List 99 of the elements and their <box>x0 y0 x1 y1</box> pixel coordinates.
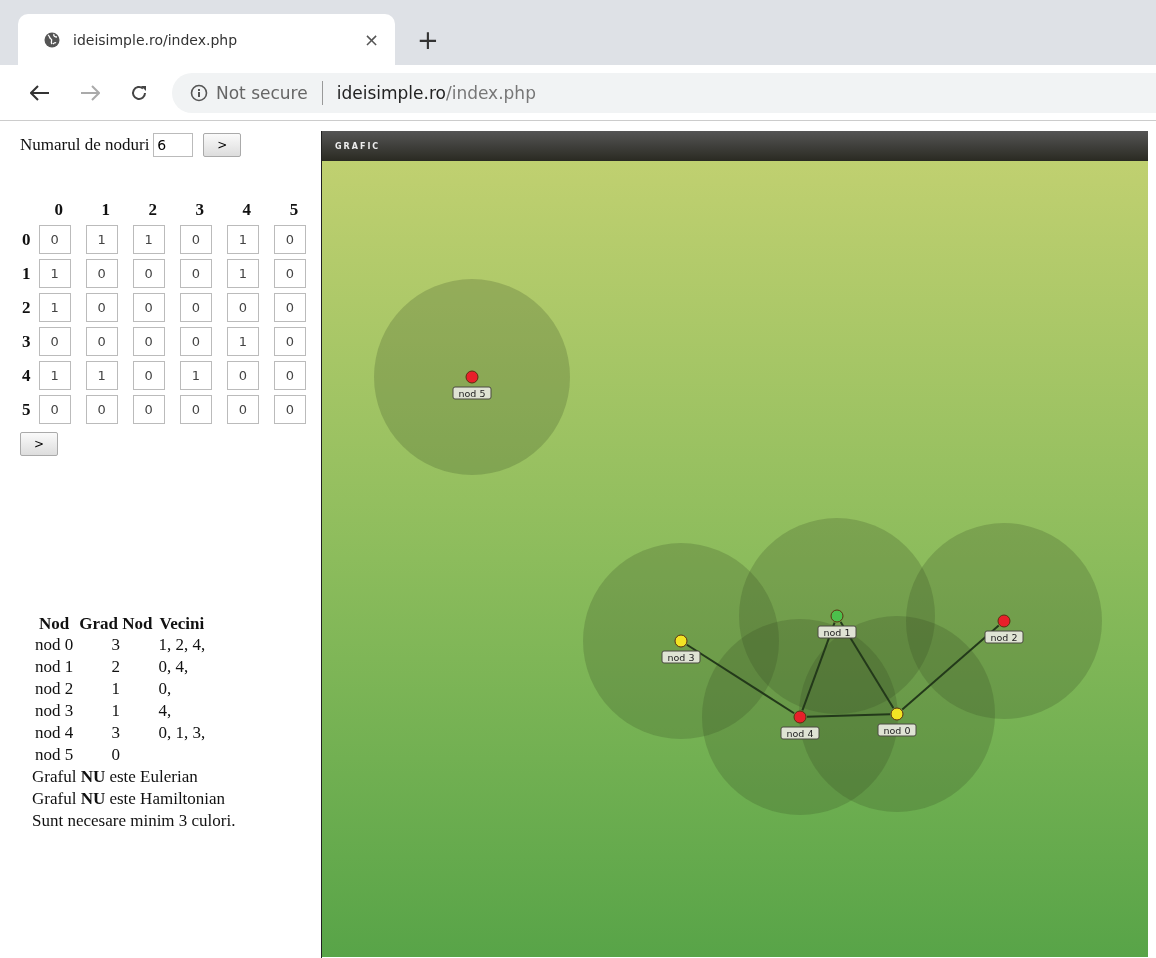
table-cell: nod 5 <box>35 745 74 764</box>
matrix-cell-field[interactable]: 0 <box>85 395 118 424</box>
matrix-cell-field[interactable]: 1 <box>226 327 259 356</box>
matrix-cell-field[interactable]: 1 <box>85 361 118 390</box>
node-marker[interactable] <box>674 634 688 648</box>
node-label: nod 3 <box>661 650 701 664</box>
node-marker[interactable] <box>793 710 807 724</box>
matrix-cell-field[interactable]: 0 <box>273 293 306 322</box>
column-header: 1 <box>101 200 110 219</box>
submit-button[interactable]: > <box>20 432 58 456</box>
matrix-cell-field[interactable]: 0 <box>132 395 165 424</box>
matrix-cell-field[interactable]: 1 <box>85 225 118 254</box>
new-tab-button[interactable]: + <box>417 25 439 55</box>
table-cell: 0, <box>158 679 172 698</box>
matrix-cell-field[interactable]: 0 <box>179 225 212 254</box>
result-text: Graful NU este Eulerian <box>32 766 199 788</box>
result-text: Sunt necesare minim 3 culori. <box>32 810 237 832</box>
reload-icon[interactable] <box>130 83 148 102</box>
back-icon[interactable] <box>30 84 50 101</box>
column-header: 3 <box>195 200 205 219</box>
result-text: Graful NU este Hamiltonian <box>32 788 227 810</box>
row-header: 1 <box>22 263 31 283</box>
matrix-cell-field[interactable]: 0 <box>273 361 306 390</box>
matrix-cell-field[interactable]: 0 <box>38 225 71 254</box>
matrix-cell-field[interactable]: 0 <box>85 259 118 288</box>
node-label: nod 0 <box>877 723 917 737</box>
matrix-cell-field[interactable]: 0 <box>132 361 165 390</box>
node-label: nod 2 <box>984 630 1024 644</box>
table-cell: 0, 4, <box>158 657 189 676</box>
table-cell: 0 <box>111 745 121 764</box>
table-cell: 3 <box>111 635 121 654</box>
node-marker[interactable] <box>465 370 479 384</box>
field-label: Numarul de noduri <box>20 135 150 155</box>
panel-title: GRAFIC <box>335 141 381 151</box>
matrix-cell-field[interactable]: 0 <box>226 361 259 390</box>
matrix-cell-field[interactable]: 0 <box>273 225 306 254</box>
table-cell: 4, <box>158 701 172 720</box>
matrix-cell-field[interactable]: 0 <box>38 327 71 356</box>
column-header: Vecini <box>159 614 205 633</box>
node-marker[interactable] <box>997 614 1011 628</box>
matrix-cell-field[interactable]: 0 <box>226 293 259 322</box>
matrix-cell-field[interactable]: 0 <box>179 259 212 288</box>
table-cell: nod 1 <box>35 657 74 676</box>
info-icon[interactable] <box>190 83 208 102</box>
security-label: Not secure <box>216 82 308 103</box>
table-cell: nod 0 <box>35 635 74 654</box>
table-cell: 1 <box>111 701 121 720</box>
matrix-cell-field[interactable]: 0 <box>179 293 212 322</box>
row-header: 3 <box>22 331 31 351</box>
node-label: nod 5 <box>452 386 492 400</box>
url-text: ideisimple.ro/index.php <box>336 82 536 103</box>
matrix-cell-field[interactable]: 1 <box>132 225 165 254</box>
column-header: 2 <box>148 200 157 219</box>
submit-button[interactable]: > <box>203 133 242 157</box>
node-marker[interactable] <box>890 707 904 721</box>
matrix-cell-field[interactable]: 1 <box>38 361 71 390</box>
matrix-cell-field[interactable]: 0 <box>273 259 306 288</box>
matrix-cell-field[interactable]: 0 <box>38 395 71 424</box>
matrix-cell-field[interactable]: 0 <box>132 259 165 288</box>
row-header: 0 <box>22 229 31 249</box>
column-header: Grad Nod <box>79 614 153 633</box>
table-cell: 1, 2, 4, <box>158 635 206 654</box>
node-count-field[interactable]: 6 <box>153 133 194 157</box>
node-label: nod 4 <box>780 726 820 740</box>
matrix-cell-field[interactable]: 0 <box>273 395 306 424</box>
matrix-cell-field[interactable]: 0 <box>179 395 212 424</box>
matrix-cell-field[interactable]: 1 <box>226 259 259 288</box>
table-cell: nod 2 <box>35 679 74 698</box>
column-header: 0 <box>54 200 63 219</box>
column-header: 5 <box>289 200 299 219</box>
close-tab-button[interactable]: × <box>363 29 379 50</box>
matrix-cell-field[interactable]: 1 <box>38 293 71 322</box>
matrix-cell-field[interactable]: 1 <box>179 361 212 390</box>
table-cell: 2 <box>111 657 121 676</box>
row-header: 5 <box>22 399 31 419</box>
table-cell: 0, 1, 3, <box>158 723 206 742</box>
matrix-cell-field[interactable]: 0 <box>226 395 259 424</box>
column-header: Nod <box>39 614 70 633</box>
table-cell: 1 <box>111 679 121 698</box>
browser-tab[interactable]: ideisimple.ro/index.php × <box>18 14 395 65</box>
matrix-cell-field[interactable]: 0 <box>179 327 212 356</box>
table-cell: 3 <box>111 723 121 742</box>
node-marker[interactable] <box>830 609 844 623</box>
matrix-cell-field[interactable]: 0 <box>132 293 165 322</box>
node-label: nod 1 <box>817 625 857 639</box>
matrix-cell-field[interactable]: 0 <box>85 293 118 322</box>
matrix-cell-field[interactable]: 0 <box>132 327 165 356</box>
row-header: 4 <box>22 365 31 385</box>
column-header: 4 <box>242 200 252 219</box>
tab-title: ideisimple.ro/index.php <box>73 31 239 48</box>
matrix-cell-field[interactable]: 0 <box>273 327 306 356</box>
matrix-cell-field[interactable]: 0 <box>85 327 118 356</box>
globe-icon <box>44 31 60 48</box>
address-bar[interactable]: Not secure ideisimple.ro/index.php <box>172 72 1156 113</box>
table-cell: nod 3 <box>35 701 74 720</box>
matrix-cell-field[interactable]: 1 <box>38 259 71 288</box>
row-header: 2 <box>22 297 31 317</box>
matrix-cell-field[interactable]: 1 <box>226 225 259 254</box>
table-cell: nod 4 <box>35 723 74 742</box>
